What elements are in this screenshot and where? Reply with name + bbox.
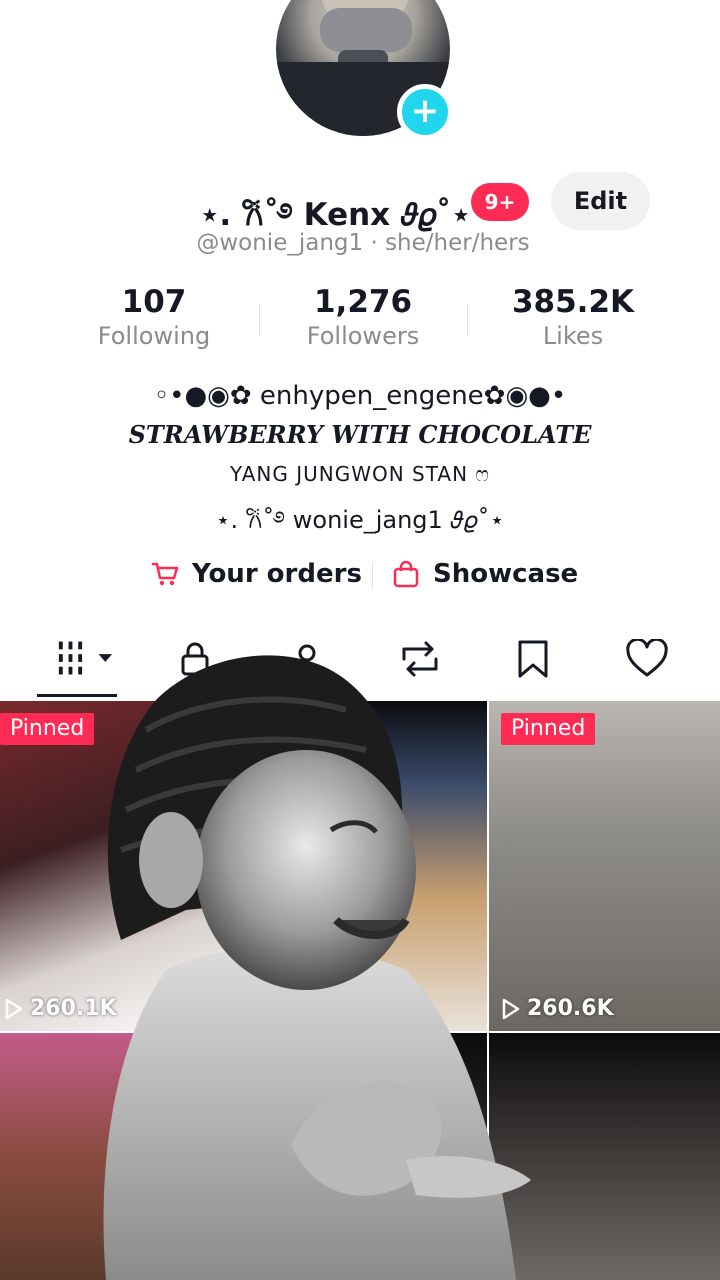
- followers-label: Followers: [306, 322, 420, 350]
- username-pronouns: @wonie_jang1 · she/her/hers: [196, 230, 530, 256]
- baby-ear: [139, 812, 203, 908]
- heart-icon: [626, 639, 668, 677]
- shopping-bag-icon: [393, 560, 419, 588]
- cart-icon: [151, 562, 179, 586]
- likes-label: Likes: [542, 322, 604, 350]
- stat-followers[interactable]: 1,276 Followers: [263, 284, 463, 350]
- links-divider: [372, 562, 373, 588]
- your-orders-link[interactable]: Your orders: [150, 554, 362, 594]
- play-icon: [5, 998, 23, 1019]
- showcase-link[interactable]: Showcase: [391, 554, 578, 594]
- view-count-label: 260.6K: [527, 996, 614, 1021]
- edit-profile-button[interactable]: Edit: [551, 172, 650, 230]
- tab-liked[interactable]: [617, 634, 677, 684]
- bio-line-4: ⋆. 𐙚˚࿔ wonie_jang1 𝜗𝜚˚⋆: [215, 506, 505, 534]
- showcase-label: Showcase: [433, 559, 579, 589]
- stat-likes[interactable]: 385.2K Likes: [473, 284, 673, 350]
- likes-count: 385.2K: [511, 284, 635, 320]
- stat-divider: [259, 304, 260, 336]
- profile-links: Your orders Showcase: [0, 554, 720, 594]
- baby-face: [196, 750, 416, 990]
- bio-line-1: ◦•●◉✿ enhypen_engene✿◉●•: [153, 381, 567, 411]
- avatar-mask: [320, 8, 412, 52]
- baby-sticker-overlay: [103, 655, 531, 1280]
- your-orders-label: Your orders: [192, 559, 362, 589]
- baby-shirt: [103, 947, 516, 1280]
- notification-badge[interactable]: 9+: [471, 183, 529, 221]
- add-avatar-plus-icon[interactable]: +: [397, 84, 453, 140]
- profile-stats: 107 Following 1,276 Followers 385.2K Lik…: [0, 284, 720, 360]
- following-label: Following: [97, 322, 211, 350]
- stat-divider: [467, 304, 468, 336]
- bio-line-2: STRAWBERRY WITH CHOCOLATE: [128, 420, 592, 449]
- profile-name-row: ⋆. 𐙚˚࿔ Kenx 𝜗𝜚˚⋆ 9+ Edit: [0, 172, 720, 233]
- stat-following[interactable]: 107 Following: [54, 284, 254, 350]
- following-count: 107: [121, 284, 187, 320]
- bio-line-3: YANG JUNGWON STAN ෆ: [230, 462, 490, 486]
- followers-count: 1,276: [313, 284, 413, 320]
